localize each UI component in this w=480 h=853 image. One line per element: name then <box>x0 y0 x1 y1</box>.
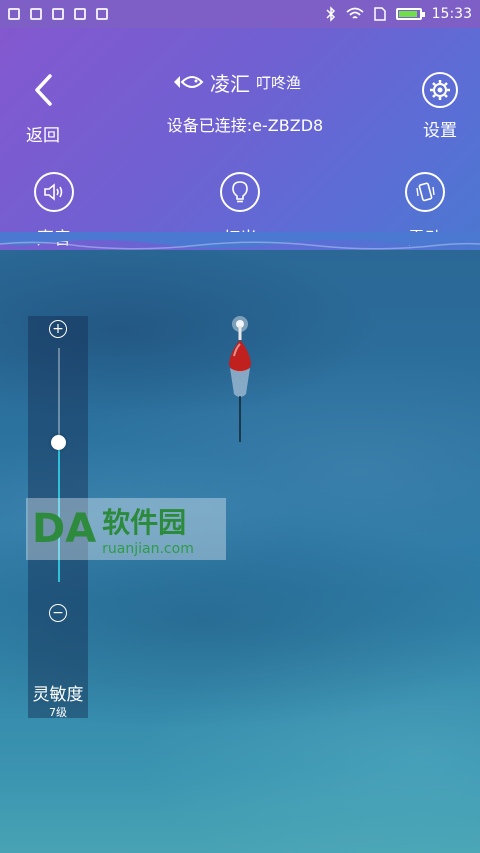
plus-icon[interactable]: + <box>49 320 67 338</box>
chevron-left-icon <box>18 72 68 115</box>
gear-icon <box>422 72 458 108</box>
system-icons: 15:33 <box>326 6 472 22</box>
fish-logo-icon <box>174 76 204 88</box>
shield-icon <box>30 8 42 20</box>
brand-name: 凌汇 <box>210 71 250 96</box>
sensitivity-level: 7级 <box>49 706 67 719</box>
header: 返回 凌汇 叮咚渔 设备已连接:e-ZBZD8 设置 <box>0 28 480 250</box>
watermark: DA 软件园 ruanjian.com <box>26 498 226 560</box>
battery-icon <box>395 8 425 20</box>
minus-icon[interactable]: − <box>49 604 67 622</box>
bluetooth-icon <box>326 6 335 22</box>
settings-button[interactable]: 设置 <box>414 72 466 141</box>
image-icon <box>52 8 64 20</box>
vibrate-icon <box>405 172 445 212</box>
wifi-icon <box>346 7 364 19</box>
back-button[interactable]: 返回 <box>18 72 68 146</box>
watermark-site: ruanjian.com <box>102 541 194 557</box>
sim-icon <box>373 7 386 21</box>
notification-icons <box>8 8 108 20</box>
sensitivity-title: 灵敏度 <box>32 685 84 705</box>
header-wave <box>0 232 480 250</box>
usb-icon <box>74 8 86 20</box>
watermark-logo: DA <box>32 506 97 552</box>
status-bar: 15:33 <box>0 0 480 28</box>
fishing-float <box>220 316 260 446</box>
back-label: 返回 <box>26 126 60 146</box>
device-status: 设备已连接:e-ZBZD8 <box>166 116 324 135</box>
sensitivity-knob[interactable] <box>51 434 66 450</box>
watermark-title: 软件园 <box>102 506 187 539</box>
bulb-icon <box>220 172 260 212</box>
brand-subtitle: 叮咚渔 <box>256 73 302 92</box>
trash-icon <box>8 8 20 20</box>
brand-logo: 凌汇 叮咚渔 <box>170 68 320 96</box>
grid-icon <box>96 8 108 20</box>
speaker-icon <box>34 172 74 212</box>
settings-label: 设置 <box>423 121 457 141</box>
clock: 15:33 <box>431 6 472 22</box>
